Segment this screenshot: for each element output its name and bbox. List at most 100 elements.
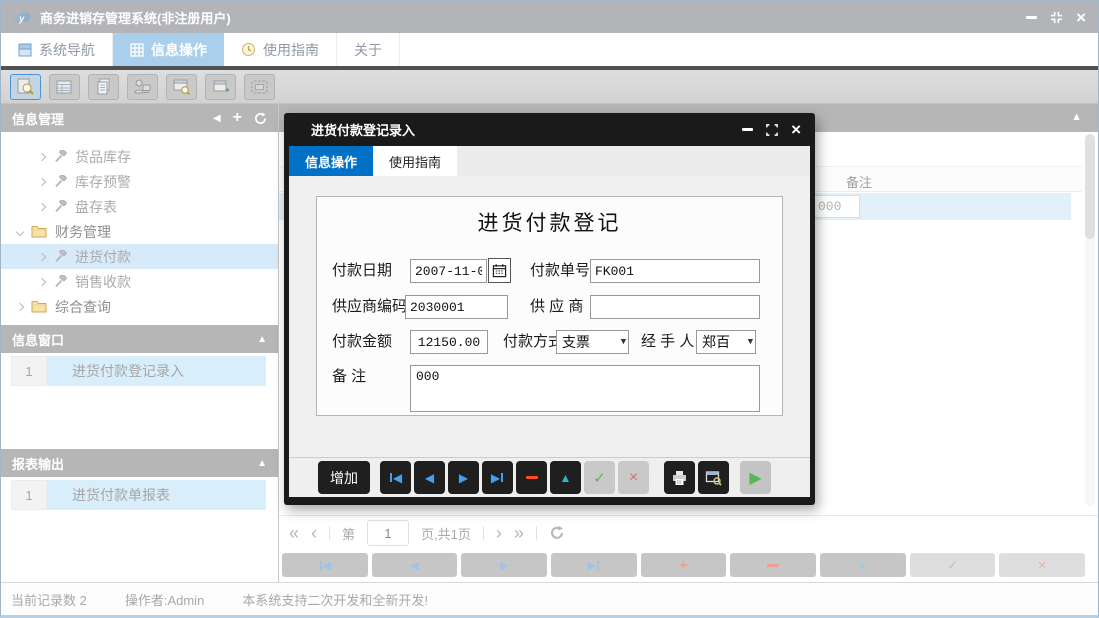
dialog-tab-operate[interactable]: 信息操作 [289, 146, 374, 176]
grid-cell-remark[interactable]: 000 [813, 195, 860, 218]
restore-button[interactable] [1050, 11, 1063, 24]
window-list-item[interactable]: 1 进货付款登记录入 [11, 356, 266, 386]
app-logo-icon: y [14, 11, 31, 24]
tree-item-stock-alert[interactable]: 库存预警 [1, 169, 278, 194]
pay-date-input[interactable] [410, 259, 487, 283]
toolbar-document-button[interactable] [88, 73, 119, 100]
record-delete-button[interactable] [730, 553, 817, 577]
record-last-button[interactable]: ▶ [551, 553, 637, 577]
tree-folder-finance[interactable]: 财务管理 [1, 219, 278, 244]
amount-label: 付款金额 [332, 333, 393, 350]
first-page-button[interactable]: « [289, 524, 299, 542]
scrollbar-thumb[interactable] [1085, 134, 1095, 239]
last-page-button[interactable]: » [514, 524, 524, 542]
edit-record-button[interactable]: ▲ [550, 461, 581, 494]
panel-header-reports[interactable]: 报表输出 ▲ [1, 449, 278, 477]
list-item-label[interactable]: 进货付款登记录入 [47, 356, 266, 386]
add-icon[interactable]: + [233, 109, 242, 127]
close-button[interactable]: × [1076, 9, 1086, 26]
toolbar-form-button[interactable] [49, 73, 80, 100]
supplier-code-input[interactable] [405, 295, 508, 319]
delete-record-button[interactable] [516, 461, 547, 494]
chevron-right-icon [37, 152, 47, 161]
page-total-label: 页,共1页 [421, 526, 471, 542]
tree-item-purchase-payment[interactable]: 进货付款 [1, 244, 278, 269]
record-first-button[interactable]: ◀ [282, 553, 368, 577]
purchase-payment-dialog: 进货付款登记录入 × 信息操作 使用指南 进货付款登记 付款日期 2007-11… [284, 113, 815, 505]
run-button[interactable]: ▶ [740, 461, 771, 494]
add-button[interactable]: 增加 [318, 461, 370, 494]
next-page-button[interactable]: › [496, 524, 502, 542]
grid-bottom-border [279, 515, 1098, 516]
dialog-close-button[interactable]: × [791, 121, 801, 138]
dialog-minimize-button[interactable] [742, 128, 754, 131]
prev-record-button[interactable]: ◀ [414, 461, 445, 494]
window-titlebar: y 商务进销存管理系统(非注册用户) × [1, 1, 1098, 33]
amount-input[interactable] [410, 330, 488, 354]
remark-textarea[interactable]: 000 [410, 365, 760, 412]
prev-page-button[interactable]: ‹ [311, 524, 317, 542]
toolbar-selection-button[interactable] [244, 73, 275, 100]
minimize-button[interactable] [1026, 15, 1038, 19]
toolbar-window-search-button[interactable] [166, 73, 197, 100]
column-header-remark[interactable]: 备注 [846, 172, 872, 191]
tab-user-guide[interactable]: 使用指南 [224, 33, 337, 66]
operator-label: 操作者:Admin [124, 592, 205, 608]
refresh-icon[interactable] [254, 111, 267, 125]
collapse-left-icon[interactable]: ◀ [213, 113, 221, 124]
printer-icon [673, 470, 686, 485]
preview-window-button[interactable] [698, 461, 729, 494]
pay-no-label: 付款单号 [530, 262, 591, 279]
tab-info-operate[interactable]: 信息操作 [113, 33, 224, 66]
confirm-button[interactable]: ✓ [584, 461, 615, 494]
last-record-button[interactable]: ▶ [482, 461, 513, 494]
collapse-up-icon[interactable]: ▲ [257, 334, 267, 345]
tree-folder-query[interactable]: 综合查询 [1, 294, 278, 319]
list-item-label[interactable]: 进货付款单报表 [47, 480, 266, 510]
divider [482, 526, 484, 540]
tree-item-sales-receipt[interactable]: 销售收款 [1, 269, 278, 294]
supplier-input[interactable] [590, 295, 760, 319]
folder-icon [31, 226, 47, 238]
record-prev-button[interactable]: ◀ [371, 553, 458, 577]
pay-method-label: 付款方式 [503, 333, 564, 350]
collapse-up-icon[interactable]: ▲ [257, 458, 267, 469]
panel-header-windows[interactable]: 信息窗口 ▲ [1, 325, 278, 353]
dialog-maximize-button[interactable] [766, 123, 778, 136]
vertical-scrollbar[interactable] [1085, 134, 1095, 506]
report-list-item[interactable]: 1 进货付款单报表 [11, 480, 266, 510]
form-title: 进货付款登记 [477, 212, 622, 235]
cancel-button[interactable]: × [618, 461, 649, 494]
next-record-button[interactable]: ▶ [448, 461, 479, 494]
handler-select[interactable]: 郑百 ▲ [696, 330, 756, 354]
calendar-button[interactable] [488, 258, 511, 283]
record-next-button[interactable]: ▶ [461, 553, 548, 577]
window-add-icon [213, 80, 229, 91]
record-cancel-button[interactable]: × [999, 553, 1086, 577]
toolbar-window-add-button[interactable] [205, 73, 236, 100]
document-icon [97, 78, 110, 95]
print-button[interactable] [664, 461, 695, 494]
record-add-button[interactable]: + [640, 553, 727, 577]
pay-no-input[interactable] [590, 259, 760, 283]
tab-label: 关于 [354, 41, 382, 58]
toolbar-preview-button[interactable] [10, 73, 41, 100]
page-number-input[interactable] [367, 520, 410, 546]
record-count-label: 当前记录数 2 [11, 592, 87, 608]
tab-system-nav[interactable]: 系统导航 [1, 33, 113, 66]
tab-about[interactable]: 关于 [337, 33, 400, 66]
collapse-up-icon[interactable]: ▲ [1071, 111, 1082, 123]
app-window: y 商务进销存管理系统(非注册用户) × 系统导航 信息操作 使用指南 关于 信… [0, 0, 1099, 618]
tree-item-goods-stock[interactable]: 货品库存 [1, 144, 278, 169]
record-edit-button[interactable]: ▲ [820, 553, 906, 577]
supplier-label: 供 应 商 [530, 298, 584, 315]
dialog-tab-guide[interactable]: 使用指南 [373, 146, 458, 176]
record-confirm-button[interactable]: ✓ [909, 553, 996, 577]
tree-item-inventory-sheet[interactable]: 盘存表 [1, 194, 278, 219]
toolbar-user-session-button[interactable] [127, 73, 158, 100]
refresh-button[interactable] [549, 525, 565, 541]
pay-method-select[interactable]: 支票 ▲ [556, 330, 629, 354]
panel-header-info[interactable]: 信息管理 ◀ + [1, 104, 278, 132]
tree-item-label: 盘存表 [75, 198, 117, 215]
first-record-button[interactable]: ◀ [380, 461, 411, 494]
